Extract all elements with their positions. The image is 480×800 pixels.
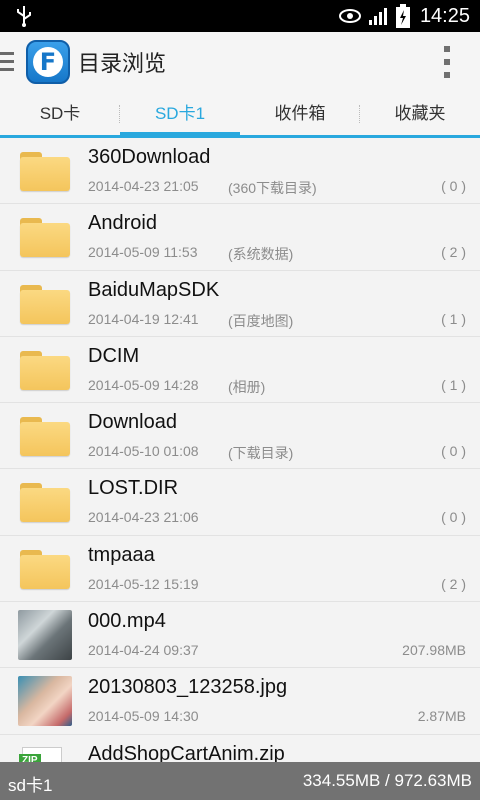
- file-row[interactable]: tmpaaa 2014-05-12 15:19 ( 2 ): [0, 536, 480, 603]
- file-row[interactable]: DCIM 2014-05-09 14:28 (相册) ( 1 ): [0, 337, 480, 404]
- image-thumbnail: [18, 676, 72, 727]
- file-name: 000.mp4: [88, 610, 166, 633]
- file-date: 2014-04-23 21:06: [88, 509, 199, 526]
- file-name: AddShopCartAnim.zip: [88, 742, 285, 762]
- file-count: ( 0 ): [441, 509, 466, 526]
- file-count: ( 1 ): [441, 310, 466, 327]
- file-name: tmpaaa: [88, 543, 155, 566]
- file-name: LOST.DIR: [88, 477, 179, 500]
- storage-status-bar: sd卡1 334.55MB / 972.63MB: [0, 762, 480, 800]
- clock: 14:25: [419, 4, 470, 27]
- file-description: (系统数据): [228, 246, 294, 263]
- eye-icon: [338, 9, 361, 23]
- video-thumbnail: [18, 610, 72, 661]
- folder-icon: [18, 146, 72, 196]
- file-description: (下载目录): [228, 445, 294, 462]
- file-count: ( 0 ): [441, 443, 466, 460]
- app-logo-icon[interactable]: F: [26, 40, 70, 84]
- tab-bar: SD卡 SD卡1 收件箱 收藏夹: [0, 92, 480, 138]
- file-row[interactable]: ZIP AddShopCartAnim.zip: [0, 735, 480, 762]
- tab-inbox[interactable]: 收件箱: [240, 92, 360, 135]
- page-title: 目录浏览: [78, 51, 167, 76]
- file-row[interactable]: BaiduMapSDK 2014-04-19 12:41 (百度地图) ( 1 ): [0, 271, 480, 337]
- file-list[interactable]: 360Download 2014-04-23 21:05 (360下载目录) ( 0 …: [0, 138, 480, 762]
- folder-icon: [18, 411, 72, 461]
- file-count: 2.87MB: [417, 708, 466, 725]
- file-row[interactable]: 360Download 2014-04-23 21:05 (360下载目录) ( 0 …: [0, 138, 480, 205]
- app-bar: F 目录浏览: [0, 32, 480, 92]
- file-date: 2014-05-09 14:28: [88, 376, 199, 393]
- file-count: ( 2 ): [441, 244, 466, 261]
- file-row[interactable]: 000.mp4 2014-04-24 09:37 207.98MB: [0, 602, 480, 669]
- file-row[interactable]: Android 2014-05-09 11:53 (系统数据) ( 2 ): [0, 204, 480, 271]
- file-count: ( 0 ): [441, 178, 466, 194]
- folder-icon: [18, 477, 72, 527]
- file-name: Download: [88, 411, 177, 434]
- usb-icon: [17, 6, 31, 27]
- file-description: (相册): [228, 378, 266, 395]
- file-count: ( 2 ): [441, 575, 466, 592]
- file-date: 2014-05-12 15:19: [88, 575, 199, 592]
- file-row[interactable]: LOST.DIR 2014-04-23 21:06 ( 0 ): [0, 469, 480, 536]
- drawer-menu-icon[interactable]: [0, 52, 14, 72]
- file-name: DCIM: [88, 344, 140, 367]
- folder-icon: [18, 345, 72, 395]
- file-date: 2014-05-10 01:08: [88, 443, 199, 460]
- file-count: 207.98MB: [402, 642, 466, 659]
- file-date: 2014-04-23 21:05: [88, 178, 199, 194]
- tab-sd-card[interactable]: SD卡: [0, 92, 120, 135]
- file-date: 2014-04-24 09:37: [88, 642, 199, 659]
- file-row[interactable]: Download 2014-05-10 01:08 (下载目录) ( 0 ): [0, 403, 480, 470]
- folder-icon: [18, 544, 72, 594]
- battery-icon: [395, 4, 410, 28]
- file-date: 2014-05-09 11:53: [88, 244, 198, 261]
- file-count: ( 1 ): [441, 376, 466, 393]
- storage-name: sd卡1: [8, 776, 53, 795]
- folder-icon: [18, 279, 72, 329]
- file-description: (360下载目录): [228, 180, 317, 196]
- tab-sd-card-1[interactable]: SD卡1: [120, 92, 240, 138]
- file-name: 20130803_123258.jpg: [88, 676, 288, 699]
- file-name: BaiduMapSDK: [88, 278, 220, 301]
- zip-file-icon: ZIP: [18, 743, 72, 762]
- file-description: (百度地图): [228, 312, 294, 329]
- file-name: Android: [88, 212, 157, 235]
- file-date: 2014-04-19 12:41: [88, 310, 199, 327]
- overflow-menu-icon[interactable]: [444, 46, 450, 78]
- file-date: 2014-05-09 14:30: [88, 708, 199, 725]
- signal-icon: [368, 8, 387, 25]
- tab-favorites[interactable]: 收藏夹: [360, 92, 480, 135]
- folder-icon: [18, 212, 72, 262]
- status-bar: 14:25: [0, 0, 480, 32]
- storage-usage: 334.55MB / 972.63MB: [302, 771, 472, 790]
- file-name: 360Download: [88, 146, 211, 168]
- file-row[interactable]: 20130803_123258.jpg 2014-05-09 14:30 2.87M…: [0, 668, 480, 735]
